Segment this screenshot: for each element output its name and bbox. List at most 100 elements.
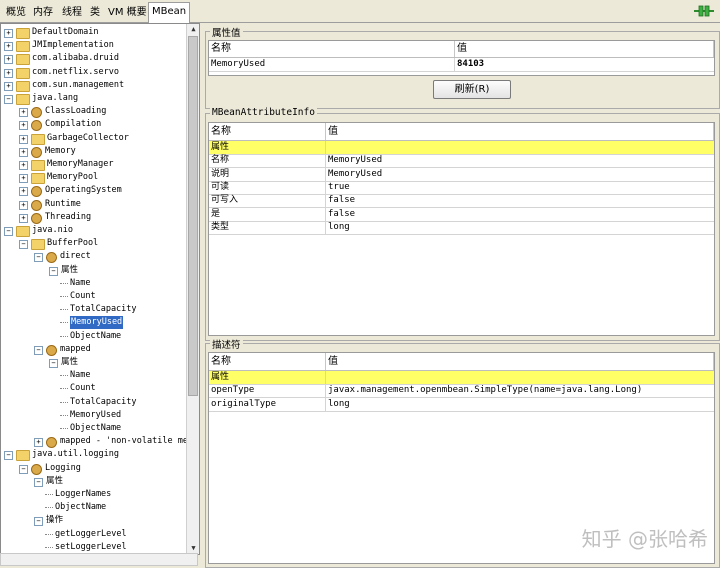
tree-node[interactable]: − Logging — [1, 462, 186, 475]
column-header-value[interactable]: 值 — [326, 353, 714, 370]
tree-node[interactable]: + com.alibaba.druid — [1, 52, 186, 66]
scroll-thumb[interactable] — [188, 36, 198, 396]
tree-node[interactable]: TotalCapacity — [1, 396, 186, 409]
column-header-name[interactable]: 名称 — [209, 353, 326, 370]
expand-toggle-icon[interactable]: + — [19, 200, 28, 210]
tree-connector-line — [60, 375, 68, 377]
collapse-toggle-icon[interactable]: − — [19, 464, 28, 474]
tab-overview[interactable]: 概览 — [2, 3, 30, 23]
expand-toggle-icon[interactable]: + — [19, 213, 28, 223]
tree-vertical-scrollbar[interactable]: ▲ ▼ — [186, 24, 199, 554]
tree-node[interactable]: − java.nio — [1, 224, 186, 237]
tree-node[interactable]: Name — [1, 369, 186, 382]
table-row[interactable]: 属性 — [209, 141, 714, 155]
tree-node[interactable]: TotalCapacity — [1, 303, 186, 316]
tab-vm-summary[interactable]: VM 概要 — [104, 3, 151, 23]
attribute-value-cell[interactable]: 84103 — [455, 58, 714, 71]
expand-toggle-icon[interactable]: + — [4, 42, 13, 52]
tree-node[interactable]: + Runtime — [1, 198, 186, 211]
table-row[interactable]: originalType long — [209, 397, 714, 412]
expand-toggle-icon[interactable]: + — [4, 81, 13, 91]
tree-horizontal-scrollbar[interactable] — [0, 553, 198, 566]
tab-classes[interactable]: 类 — [86, 3, 104, 23]
expand-toggle-icon[interactable]: + — [4, 55, 13, 65]
refresh-button[interactable]: 刷新(R) — [433, 80, 511, 99]
tree-node-label: com.alibaba.druid — [32, 53, 119, 64]
tree-node[interactable]: ObjectName — [1, 422, 186, 435]
table-row[interactable]: 属性 — [209, 371, 714, 385]
tab-memory[interactable]: 内存 — [29, 3, 57, 23]
expand-toggle-icon[interactable]: + — [34, 438, 43, 448]
expand-toggle-icon[interactable]: + — [19, 174, 28, 184]
expand-toggle-icon[interactable]: + — [4, 29, 13, 38]
tab-threads[interactable]: 线程 — [58, 3, 86, 23]
tree-node[interactable]: + OperatingSystem — [1, 184, 186, 198]
column-header-value[interactable]: 值 — [326, 123, 714, 140]
tree-node[interactable]: getLoggerLevel — [1, 528, 186, 541]
table-row[interactable]: 说明 MemoryUsed — [209, 167, 714, 182]
folder-icon — [31, 133, 45, 145]
column-header-name[interactable]: 名称 — [209, 123, 326, 140]
tree-node[interactable]: − 属性 — [1, 356, 186, 369]
table-row[interactable]: 可写入 false — [209, 194, 714, 209]
collapse-toggle-icon[interactable]: − — [34, 345, 43, 355]
tree-node[interactable]: + Threading — [1, 211, 186, 224]
tree-node[interactable]: + com.netflix.servo — [1, 66, 186, 79]
tree-node[interactable]: + MemoryPool — [1, 171, 186, 185]
expand-toggle-icon[interactable]: + — [19, 147, 28, 157]
tree-node[interactable]: − 属性 — [1, 475, 186, 488]
tab-mbean[interactable]: MBean — [148, 2, 191, 24]
table-row[interactable]: 名称 MemoryUsed — [209, 154, 714, 169]
table-row[interactable]: openType javax.management.openmbean.Simpl… — [209, 384, 714, 399]
tree-node[interactable]: Name — [1, 277, 186, 290]
column-header-name[interactable]: 名称 — [209, 41, 455, 57]
expand-toggle-icon[interactable]: + — [19, 108, 28, 118]
table-row[interactable]: 类型 long — [209, 220, 714, 235]
expand-toggle-icon[interactable]: + — [19, 187, 28, 197]
tree-node[interactable]: + DefaultDomain — [1, 26, 186, 39]
expand-toggle-icon[interactable]: + — [19, 134, 28, 144]
collapse-toggle-icon[interactable]: − — [34, 477, 43, 487]
collapse-toggle-icon[interactable]: − — [34, 253, 43, 263]
expand-toggle-icon[interactable]: + — [19, 121, 28, 131]
tree-node[interactable]: + JMImplementation — [1, 39, 186, 53]
collapse-toggle-icon[interactable]: − — [49, 266, 58, 276]
collapse-toggle-icon[interactable]: − — [4, 227, 13, 236]
collapse-toggle-icon[interactable]: − — [34, 517, 43, 527]
tree-node[interactable]: + mapped - 'non-volatile me — [1, 435, 188, 449]
column-header-value[interactable]: 值 — [455, 41, 714, 57]
tree-node[interactable]: ObjectName — [1, 330, 186, 343]
collapse-toggle-icon[interactable]: − — [19, 240, 28, 250]
scroll-up-icon[interactable]: ▲ — [187, 24, 199, 35]
tree-node[interactable]: + ClassLoading — [1, 105, 186, 119]
tree-node[interactable]: Count — [1, 382, 186, 395]
tree-node[interactable]: − direct — [1, 250, 186, 264]
tree-node[interactable]: − mapped — [1, 343, 186, 356]
tree-node[interactable]: MemoryUsed — [1, 316, 186, 330]
tree-node[interactable]: + Memory — [1, 145, 186, 158]
collapse-toggle-icon[interactable]: − — [4, 451, 13, 461]
tree-node[interactable]: + com.sun.management — [1, 79, 186, 92]
tree-node[interactable]: Count — [1, 290, 186, 303]
table-row[interactable]: MemoryUsed 84103 — [209, 58, 714, 72]
tree-node[interactable]: − 操作 — [1, 514, 186, 527]
table-header: 名称 值 — [209, 123, 714, 141]
tree-node[interactable]: ObjectName — [1, 501, 186, 514]
watermark: 知乎 @张哈希 — [581, 527, 708, 551]
tree-node[interactable]: MemoryUsed — [1, 409, 186, 422]
collapse-toggle-icon[interactable]: − — [49, 359, 58, 368]
tree-node[interactable]: − BufferPool — [1, 237, 186, 251]
tree-node[interactable]: + MemoryManager — [1, 158, 186, 171]
table-row[interactable]: 可读 true — [209, 180, 714, 195]
tree-node[interactable]: setLoggerLevel — [1, 541, 186, 554]
tree-node[interactable]: + Compilation — [1, 118, 186, 132]
tree-node[interactable]: LoggerNames — [1, 488, 186, 501]
table-row[interactable]: 是 false — [209, 207, 714, 222]
tree-node[interactable]: − 属性 — [1, 264, 186, 277]
tree-node[interactable]: − java.lang — [1, 92, 186, 105]
expand-toggle-icon[interactable]: + — [19, 161, 28, 170]
collapse-toggle-icon[interactable]: − — [4, 95, 13, 104]
tree-node[interactable]: − java.util.logging — [1, 448, 186, 462]
expand-toggle-icon[interactable]: + — [4, 68, 13, 78]
tree-node[interactable]: + GarbageCollector — [1, 132, 186, 145]
